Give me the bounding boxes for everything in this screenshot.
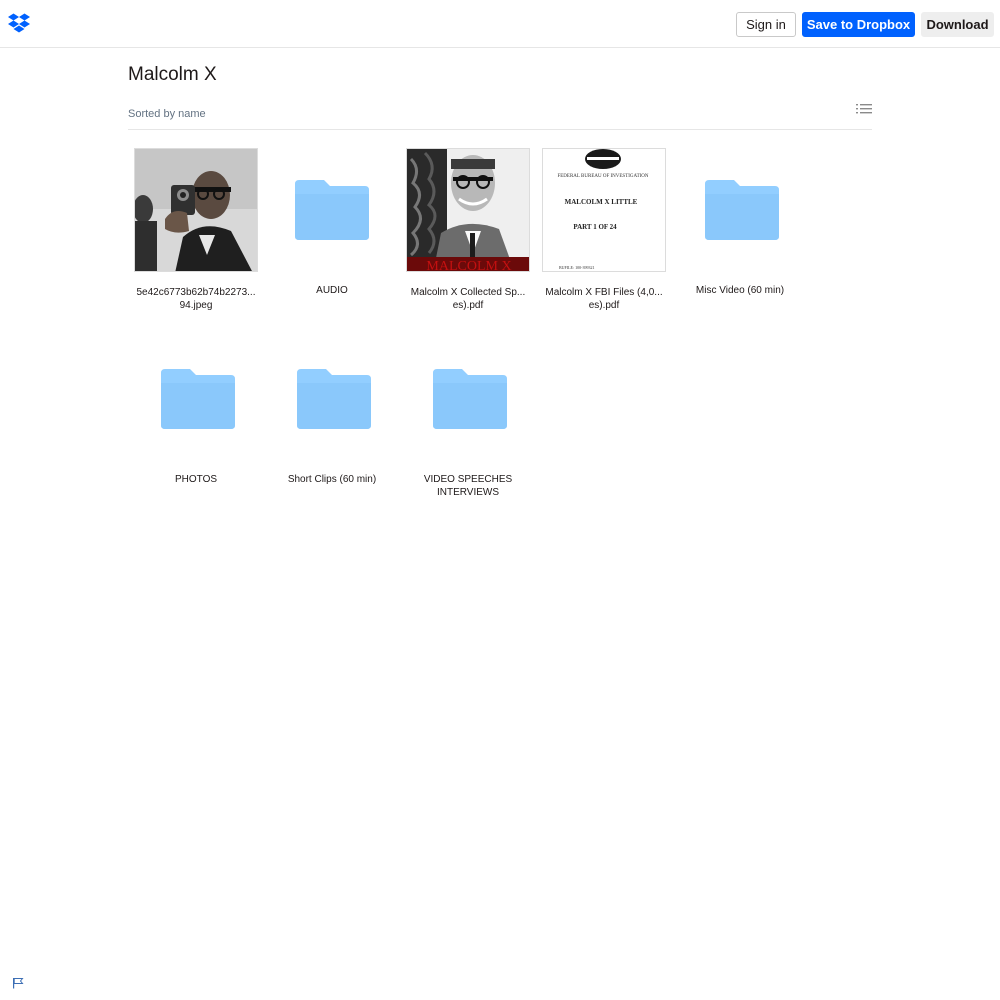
header-divider xyxy=(128,129,872,130)
folder-icon xyxy=(433,369,507,429)
pdf-cover-title: MALCOLM X xyxy=(426,259,511,272)
sign-in-button[interactable]: Sign in xyxy=(736,12,796,37)
pdf-thumbnail: MALCOLM X xyxy=(406,148,530,272)
flag-icon[interactable] xyxy=(12,977,24,989)
top-bar: Sign in Save to Dropbox Download xyxy=(0,0,1000,48)
pdf-thumbnail: FEDERAL BUREAU OF INVESTIGATION MALCOLM … xyxy=(542,148,666,272)
doc-line: BUFILE: 100-399321 xyxy=(559,265,594,270)
photo-thumbnail xyxy=(134,148,258,272)
save-to-dropbox-button[interactable]: Save to Dropbox xyxy=(802,12,915,37)
list-view-icon[interactable] xyxy=(856,103,872,117)
folder-icon xyxy=(295,180,369,240)
doc-line: PART 1 OF 24 xyxy=(573,223,617,231)
doc-line: MALCOLM X LITTLE xyxy=(565,198,638,206)
folder-name[interactable]: PHOTOS xyxy=(128,473,264,486)
folder-name[interactable]: Short Clips (60 min) xyxy=(264,473,400,486)
file-name[interactable]: 5e42c6773b62b74b2273... 94.jpeg xyxy=(128,286,264,312)
file-name[interactable]: Malcolm X FBI Files (4,0... es).pdf xyxy=(536,286,672,312)
file-name[interactable]: Malcolm X Collected Sp... es).pdf xyxy=(400,286,536,312)
dropbox-logo-icon[interactable] xyxy=(8,13,30,33)
folder-icon xyxy=(297,369,371,429)
folder-icon xyxy=(161,369,235,429)
folder-icon xyxy=(705,180,779,240)
download-button[interactable]: Download xyxy=(921,12,994,37)
page-title: Malcolm X xyxy=(128,64,217,85)
folder-name[interactable]: AUDIO xyxy=(264,284,400,297)
doc-line: FEDERAL BUREAU OF INVESTIGATION xyxy=(557,174,648,179)
folder-name[interactable]: Misc Video (60 min) xyxy=(672,284,808,297)
folder-name[interactable]: VIDEO SPEECHES INTERVIEWS xyxy=(400,473,536,499)
sort-label[interactable]: Sorted by name xyxy=(128,108,206,120)
